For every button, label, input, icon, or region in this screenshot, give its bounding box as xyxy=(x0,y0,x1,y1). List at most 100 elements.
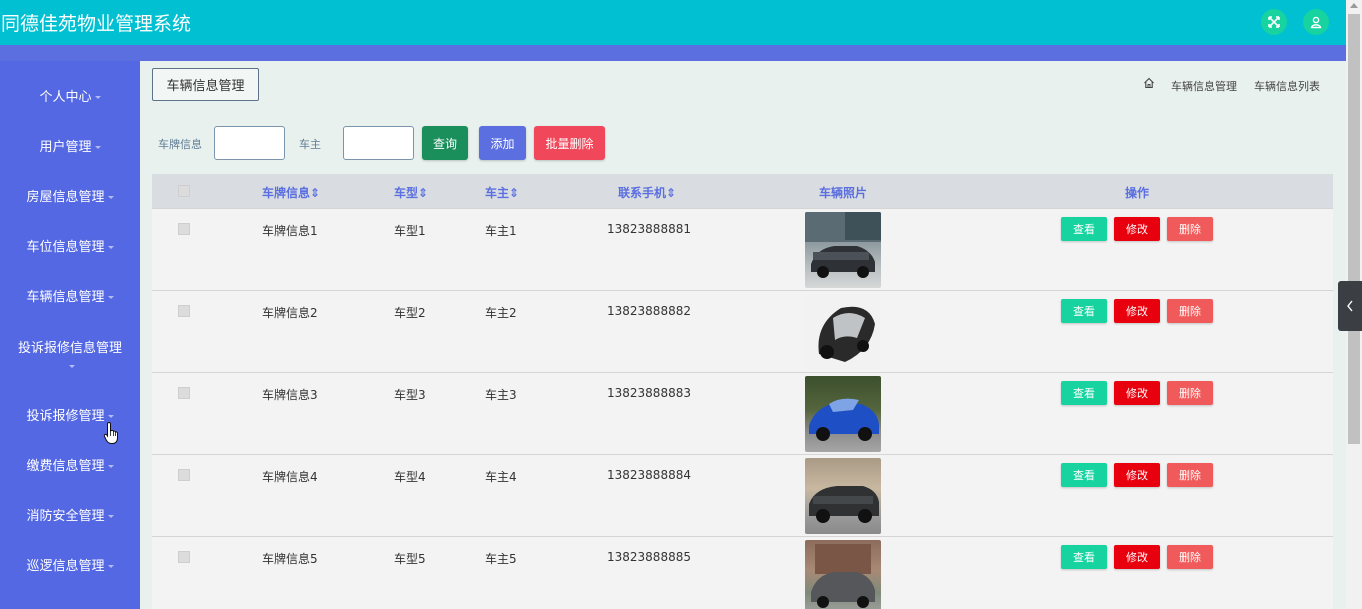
table-row: 车牌信息4 车型4 车主4 13823888884 查看 修改 删除 xyxy=(152,454,1333,536)
breadcrumb-item-vehicle-management[interactable]: 车辆信息管理 xyxy=(1171,78,1237,94)
breadcrumb-item-vehicle-list: 车辆信息列表 xyxy=(1254,80,1320,93)
column-header-actions: 操作 xyxy=(1125,186,1150,200)
cell-plate: 车牌信息3 xyxy=(262,388,318,402)
sidebar-item-fire-safety[interactable]: 消防安全管理 xyxy=(0,508,140,526)
row-checkbox[interactable] xyxy=(178,305,190,317)
home-icon[interactable] xyxy=(1143,77,1155,89)
cell-model: 车型4 xyxy=(394,470,426,484)
edit-button[interactable]: 修改 xyxy=(1114,381,1160,405)
delete-button[interactable]: 删除 xyxy=(1167,463,1213,487)
sort-icon: ⇕ xyxy=(418,186,429,200)
batch-delete-button[interactable]: 批量删除 xyxy=(534,126,605,160)
delete-button[interactable]: 删除 xyxy=(1167,299,1213,323)
fullscreen-button[interactable] xyxy=(1261,9,1287,35)
top-header: 同德佳苑物业管理系统 xyxy=(0,0,1346,45)
sidebar-item-personal-center[interactable]: 个人中心 xyxy=(0,89,140,107)
column-header-phone[interactable]: 联系手机⇕ xyxy=(618,184,676,201)
caret-down-icon xyxy=(94,96,101,99)
cell-phone: 13823888884 xyxy=(607,468,691,482)
row-checkbox[interactable] xyxy=(178,551,190,563)
sort-icon: ⇕ xyxy=(666,186,677,200)
collapse-panel-button[interactable] xyxy=(1338,281,1362,331)
delete-button[interactable]: 删除 xyxy=(1167,217,1213,241)
sidebar-item-vehicle-info[interactable]: 车辆信息管理 xyxy=(0,289,140,307)
table-header: 车牌信息⇕ 车型⇕ 车主⇕ 联系手机⇕ 车辆照片 操作 xyxy=(152,174,1333,208)
cell-plate: 车牌信息2 xyxy=(262,306,318,320)
sidebar-item-patrol-info[interactable]: 巡逻信息管理 xyxy=(0,558,140,576)
edit-button[interactable]: 修改 xyxy=(1114,463,1160,487)
sidebar-item-label: 车位信息管理 xyxy=(26,240,105,255)
sort-icon: ⇕ xyxy=(310,186,321,200)
sidebar-item-complaint-repair-info[interactable]: 投诉报修信息管理 xyxy=(0,340,140,376)
edit-button[interactable]: 修改 xyxy=(1114,299,1160,323)
caret-down-icon xyxy=(107,565,114,568)
sidebar-item-label: 缴费信息管理 xyxy=(26,459,105,474)
row-checkbox[interactable] xyxy=(178,387,190,399)
row-checkbox[interactable] xyxy=(178,223,190,235)
sidebar-item-label: 消防安全管理 xyxy=(26,509,105,524)
owner-search-label: 车主 xyxy=(299,138,321,151)
caret-down-icon xyxy=(107,296,114,299)
car-photo xyxy=(805,540,881,609)
chevron-left-icon xyxy=(1347,300,1353,312)
edit-button[interactable]: 修改 xyxy=(1114,545,1160,569)
delete-button[interactable]: 删除 xyxy=(1167,381,1213,405)
cell-phone: 13823888881 xyxy=(607,222,691,236)
vehicle-table: 车牌信息⇕ 车型⇕ 车主⇕ 联系手机⇕ 车辆照片 操作 车牌信息1 车型1 车主… xyxy=(152,174,1333,609)
sidebar-item-label: 用户管理 xyxy=(39,140,92,155)
sidebar-item-label: 车辆信息管理 xyxy=(26,290,105,305)
table-row: 车牌信息2 车型2 车主2 13823888882 查看 修改 删除 xyxy=(152,290,1333,372)
add-button[interactable]: 添加 xyxy=(479,126,526,160)
caret-down-icon xyxy=(107,515,114,518)
caret-down-icon xyxy=(107,415,114,418)
fullscreen-icon xyxy=(1268,16,1280,28)
scroll-up-arrow-icon[interactable] xyxy=(1350,3,1358,8)
caret-down-icon xyxy=(107,465,114,468)
cell-model: 车型1 xyxy=(394,224,426,238)
cell-phone: 13823888885 xyxy=(607,550,691,564)
sidebar-item-label: 投诉报修管理 xyxy=(26,409,105,424)
column-header-model[interactable]: 车型⇕ xyxy=(394,184,428,201)
cell-owner: 车主4 xyxy=(485,470,517,484)
column-header-photo: 车辆照片 xyxy=(819,186,868,200)
page-title-button[interactable]: 车辆信息管理 xyxy=(152,68,259,101)
row-checkbox[interactable] xyxy=(178,469,190,481)
cell-model: 车型5 xyxy=(394,552,426,566)
owner-search-input[interactable] xyxy=(343,126,414,160)
view-button[interactable]: 查看 xyxy=(1061,299,1107,323)
delete-button[interactable]: 删除 xyxy=(1167,545,1213,569)
user-icon xyxy=(1310,16,1322,29)
sidebar: 个人中心 用户管理 房屋信息管理 车位信息管理 车辆信息管理 投诉报修信息管理 … xyxy=(0,61,140,609)
view-button[interactable]: 查看 xyxy=(1061,217,1107,241)
sidebar-item-user-management[interactable]: 用户管理 xyxy=(0,139,140,157)
plate-search-input[interactable] xyxy=(214,126,285,160)
sidebar-item-label: 房屋信息管理 xyxy=(26,190,105,205)
user-button[interactable] xyxy=(1303,9,1329,35)
column-header-plate[interactable]: 车牌信息⇕ xyxy=(262,184,320,201)
app-title: 同德佳苑物业管理系统 xyxy=(1,13,192,35)
car-photo xyxy=(805,458,881,534)
cell-owner: 车主1 xyxy=(485,224,517,238)
car-photo xyxy=(805,212,881,288)
plate-search-label: 车牌信息 xyxy=(158,138,202,151)
sidebar-item-label: 投诉报修信息管理 xyxy=(17,341,122,356)
view-button[interactable]: 查看 xyxy=(1061,381,1107,405)
main-content: 车辆信息管理 车辆信息管理 车辆信息列表 车牌信息 车主 查询 添加 批量删除 … xyxy=(140,61,1346,609)
column-header-owner[interactable]: 车主⇕ xyxy=(485,184,519,201)
cell-model: 车型3 xyxy=(394,388,426,402)
cell-plate: 车牌信息1 xyxy=(262,224,318,238)
sidebar-item-parking-info[interactable]: 车位信息管理 xyxy=(0,239,140,257)
car-photo xyxy=(805,376,881,452)
scroll-thumb[interactable] xyxy=(1348,14,1360,444)
sidebar-item-payment-info[interactable]: 缴费信息管理 xyxy=(0,458,140,476)
cell-phone: 13823888883 xyxy=(607,386,691,400)
app-window: 同德佳苑物业管理系统 个人中心 用户管理 房屋信息管理 车位信息管理 车辆信息管… xyxy=(0,0,1362,609)
select-all-checkbox[interactable] xyxy=(178,185,190,197)
sidebar-item-label: 个人中心 xyxy=(39,90,92,105)
query-button[interactable]: 查询 xyxy=(422,126,468,160)
view-button[interactable]: 查看 xyxy=(1061,545,1107,569)
sidebar-item-house-info[interactable]: 房屋信息管理 xyxy=(0,189,140,207)
edit-button[interactable]: 修改 xyxy=(1114,217,1160,241)
hand-cursor-icon xyxy=(103,421,118,444)
view-button[interactable]: 查看 xyxy=(1061,463,1107,487)
